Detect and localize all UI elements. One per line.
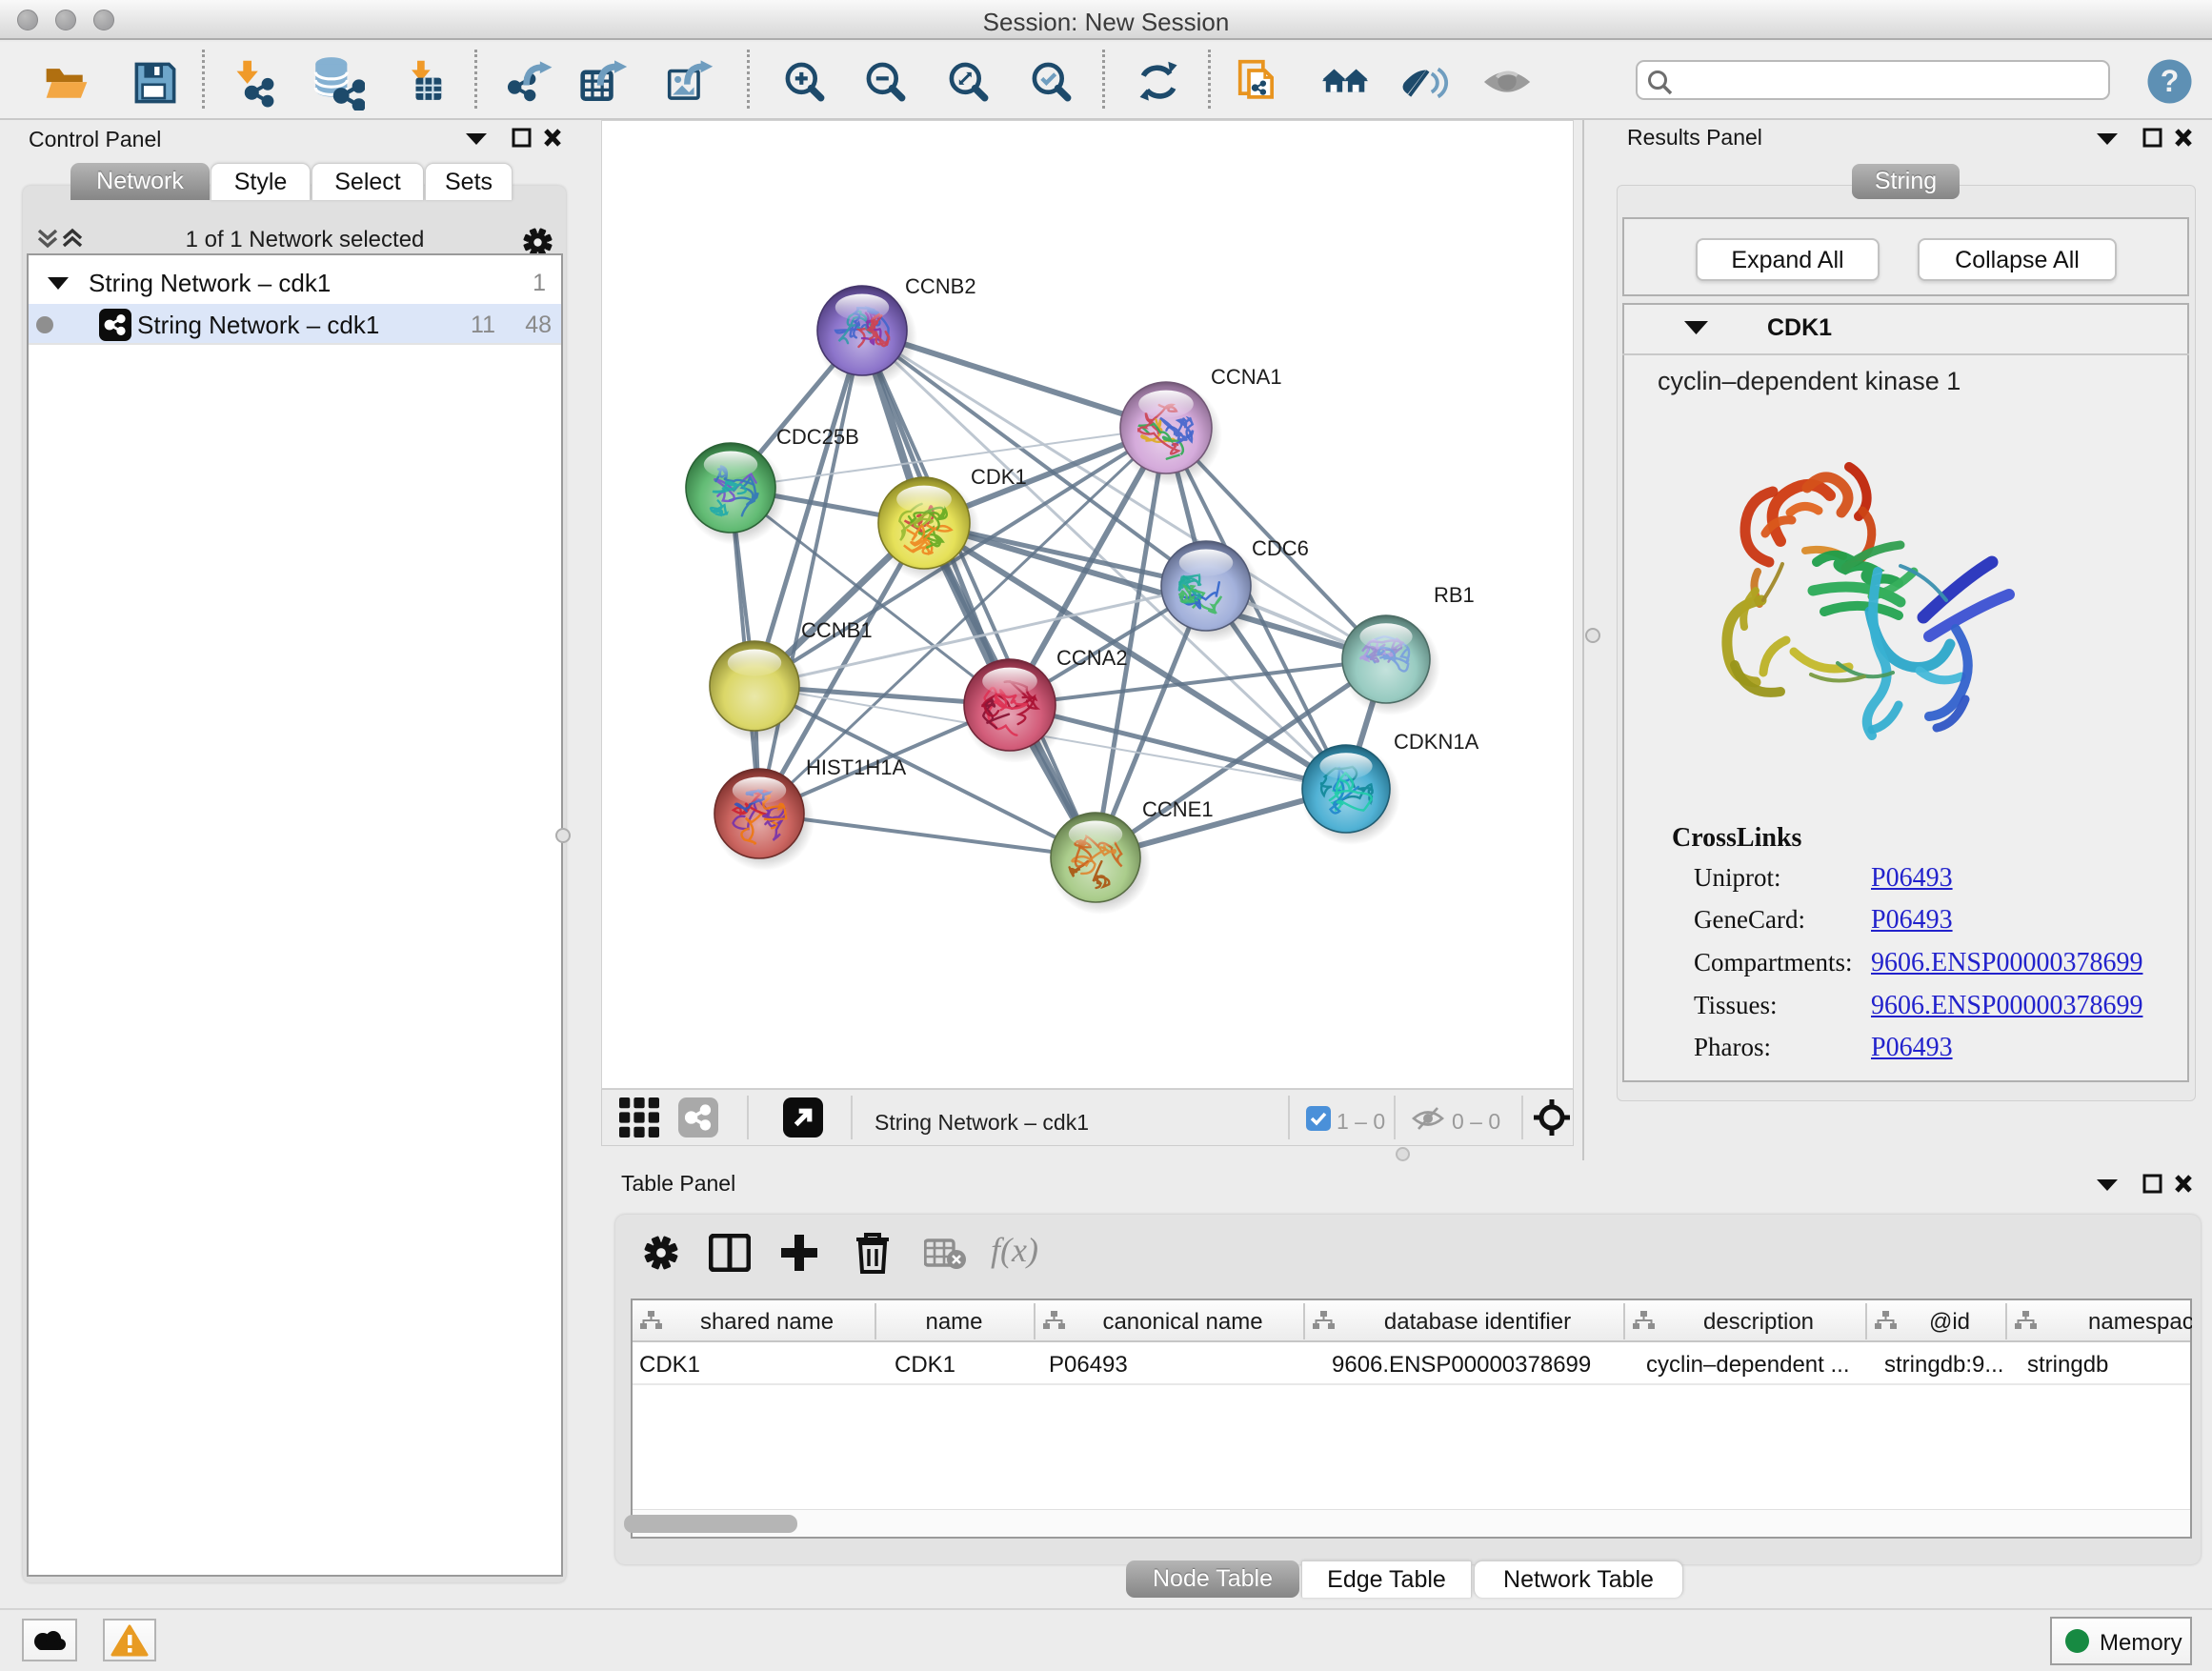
svg-text:CCNA2: CCNA2	[1056, 646, 1128, 670]
svg-text:?: ?	[2161, 64, 2180, 98]
svg-text:CDKN1A: CDKN1A	[1394, 730, 1479, 754]
svg-text:CCNB2: CCNB2	[905, 274, 976, 298]
svg-text:RB1: RB1	[1434, 583, 1475, 607]
svg-text:HIST1H1A: HIST1H1A	[806, 755, 906, 779]
svg-text:CDK1: CDK1	[971, 465, 1027, 489]
svg-text:CCNA1: CCNA1	[1211, 365, 1282, 389]
svg-text:CCNB1: CCNB1	[801, 618, 873, 642]
svg-text:CDC6: CDC6	[1252, 536, 1309, 560]
svg-text:CDC25B: CDC25B	[776, 425, 859, 449]
svg-text:CCNE1: CCNE1	[1142, 797, 1214, 821]
